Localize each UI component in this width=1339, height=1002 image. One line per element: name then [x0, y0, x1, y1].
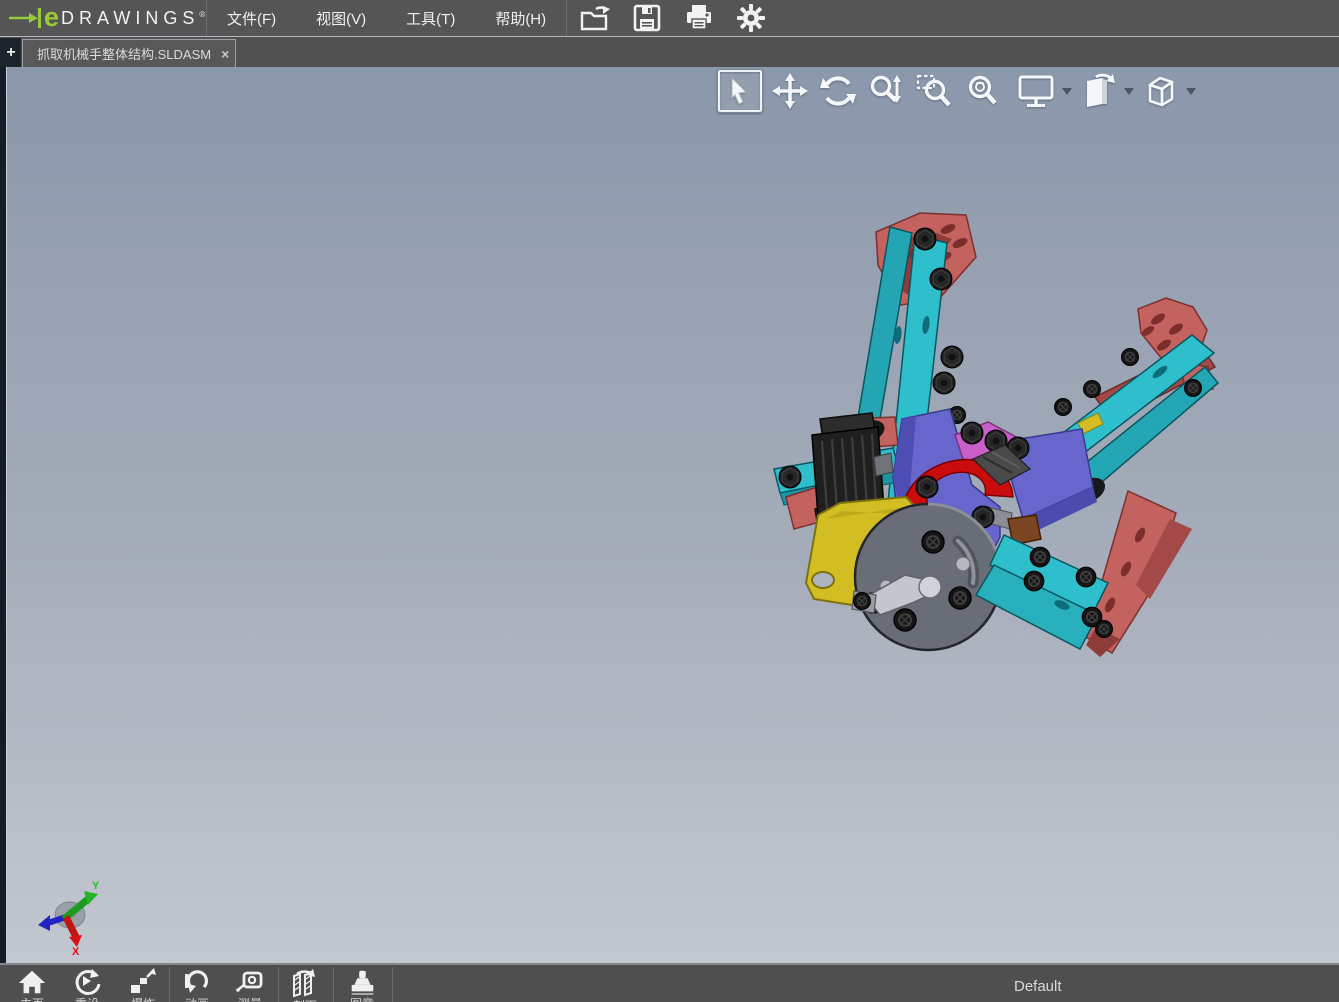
collapsed-panel-edge[interactable] [0, 67, 7, 963]
zoom-fit-icon [968, 75, 997, 105]
configuration-selector[interactable]: Default [1014, 978, 1062, 995]
orientation-dropdown-caret[interactable] [1184, 69, 1198, 113]
zoom-tool-button[interactable] [862, 69, 910, 113]
edrawings-window: e DRAWINGS ® 文件(F) 视图(V) 工具(T) 帮助(H) + 抓… [0, 0, 1339, 1002]
section-button[interactable]: 剖面 [278, 968, 332, 1002]
settings-gear-icon [737, 4, 766, 32]
fullscreen-dropdown-caret[interactable] [1060, 69, 1074, 113]
view-mode-icon [1087, 73, 1115, 107]
menu-help[interactable]: 帮助(H) [475, 0, 566, 36]
stamp-icon [351, 970, 374, 995]
measure-button[interactable]: 测量 [223, 968, 277, 1002]
logo-arrow-icon [9, 8, 41, 28]
tab-title: 抓取机械手整体结构.SLDASM [37, 47, 212, 62]
bottombar-divider [169, 967, 170, 1002]
fullscreen-icon [1018, 75, 1054, 107]
rotate-icon [820, 76, 856, 106]
logo-name: DRAWINGS [61, 7, 200, 28]
print-button[interactable] [681, 2, 717, 34]
orientation-button[interactable] [1136, 69, 1184, 113]
rotate-tool-button[interactable] [814, 69, 862, 113]
open-icon [580, 6, 611, 31]
animate-icon [185, 970, 209, 993]
add-tab-button[interactable]: + [3, 44, 19, 62]
pan-icon [772, 73, 808, 109]
select-cursor-icon [731, 77, 748, 105]
menu-bar: e DRAWINGS ® 文件(F) 视图(V) 工具(T) 帮助(H) [0, 0, 1339, 37]
orientation-cube-icon [1148, 76, 1174, 107]
view-toolbar [717, 69, 1198, 113]
save-icon [633, 4, 661, 32]
settings-button[interactable] [733, 2, 769, 34]
bottombar-divider [333, 967, 334, 1002]
bottombar-divider [278, 967, 279, 1002]
axis-y-label: Y [92, 880, 100, 892]
save-button[interactable] [629, 2, 665, 34]
explode-icon [131, 968, 156, 993]
menu-file[interactable]: 文件(F) [207, 0, 296, 36]
reset-icon [75, 969, 101, 995]
axis-triad: Y X [38, 880, 100, 957]
view-mode-dropdown-caret[interactable] [1122, 69, 1136, 113]
view-mode-button[interactable] [1074, 69, 1122, 113]
print-icon [687, 5, 712, 30]
explode-button[interactable]: 爆炸 [116, 968, 170, 1002]
zoom-fit-tool-button[interactable] [958, 69, 1006, 113]
home-icon [18, 970, 46, 994]
home-button[interactable]: 主页 [5, 968, 59, 1002]
menu-view[interactable]: 视图(V) [296, 0, 386, 36]
bottom-toolbar: 主页 重设 爆炸 动画 [0, 963, 1339, 1002]
bottombar-divider [392, 967, 393, 1002]
tab-bar: + 抓取机械手整体结构.SLDASM × [0, 38, 1339, 67]
model-viewport[interactable]: Y X [0, 67, 1339, 963]
menubar-divider [566, 0, 568, 36]
pan-tool-button[interactable] [766, 69, 814, 113]
gripper-assembly-model[interactable] [0, 67, 1339, 963]
tab-close-icon[interactable]: × [221, 46, 229, 62]
fullscreen-button[interactable] [1012, 69, 1060, 113]
section-icon [293, 969, 315, 998]
document-tab[interactable]: 抓取机械手整体结构.SLDASM × [22, 39, 236, 67]
logo-e: e [44, 1, 60, 32]
animate-button[interactable]: 动画 [170, 968, 224, 1002]
logo-registered-mark: ® [199, 9, 206, 19]
measure-icon [236, 971, 263, 992]
zoom-in-out-icon [870, 75, 901, 103]
edrawings-logo: e DRAWINGS ® [0, 0, 206, 36]
stamp-button[interactable]: 图章 [335, 968, 389, 1002]
zoom-area-icon [916, 74, 951, 107]
menu-tools[interactable]: 工具(T) [386, 0, 475, 36]
select-tool-button[interactable] [717, 69, 763, 113]
axis-x-label: X [72, 946, 80, 957]
reset-button[interactable]: 重设 [60, 968, 114, 1002]
zoom-area-tool-button[interactable] [910, 69, 958, 113]
open-button[interactable] [577, 2, 613, 34]
